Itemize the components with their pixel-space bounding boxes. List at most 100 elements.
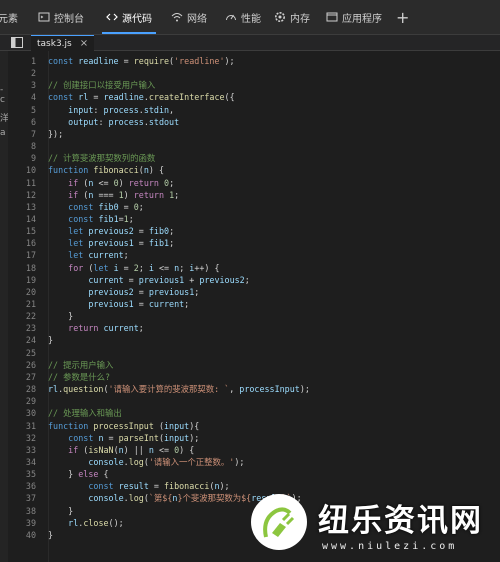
line-number[interactable]: 25: [8, 347, 36, 359]
code-line[interactable]: 31 function processInput (input){: [8, 420, 500, 432]
code-line[interactable]: 22 }: [8, 310, 500, 322]
sidebar-toggle-icon[interactable]: [11, 37, 23, 48]
line-number[interactable]: 36: [8, 480, 36, 492]
line-number[interactable]: 6: [8, 116, 36, 128]
line-number[interactable]: 8: [8, 140, 36, 152]
code-line[interactable]: 1 const readline = require('readline');: [8, 55, 500, 67]
line-number[interactable]: 40: [8, 529, 36, 541]
code-line[interactable]: 10 function fibonacci(n) {: [8, 164, 500, 176]
tab-memory[interactable]: 内存: [274, 0, 310, 34]
wifi-icon: [171, 11, 183, 23]
code-text: for (let i = 2; i <= n; i++) {: [68, 262, 220, 273]
tab-sources[interactable]: 源代码: [102, 0, 156, 34]
line-number[interactable]: 15: [8, 225, 36, 237]
code-text: input: process.stdin,: [68, 104, 175, 115]
code-line[interactable]: 12 if (n === 1) return 1;: [8, 189, 500, 201]
line-number[interactable]: 3: [8, 79, 36, 91]
plug-logo-icon: [251, 494, 307, 550]
code-line[interactable]: 27 // 参数是什么?: [8, 371, 500, 383]
line-number[interactable]: 31: [8, 420, 36, 432]
code-line[interactable]: 25: [8, 347, 500, 359]
code-line[interactable]: 19 current = previous1 + previous2;: [8, 274, 500, 286]
code-text: const fib0 = 0;: [68, 201, 144, 212]
code-line[interactable]: 35 } else {: [8, 468, 500, 480]
line-number[interactable]: 38: [8, 505, 36, 517]
code-line[interactable]: 28 rl.question('请输入要计算的斐波那契数: `, processI…: [8, 383, 500, 395]
code-text: previous2 = previous1;: [88, 286, 200, 297]
tab-performance[interactable]: 性能: [225, 0, 261, 34]
code-line[interactable]: 13 const fib0 = 0;: [8, 201, 500, 213]
line-number[interactable]: 34: [8, 456, 36, 468]
navigator-fragment: a: [0, 128, 6, 138]
line-number[interactable]: 7: [8, 128, 36, 140]
code-text: const result = fibonacci(n);: [88, 481, 230, 492]
line-number[interactable]: 39: [8, 517, 36, 529]
add-tab-button[interactable]: +: [396, 0, 409, 34]
line-number[interactable]: 16: [8, 237, 36, 249]
line-number[interactable]: 14: [8, 213, 36, 225]
code-text: output: process.stdout: [68, 116, 180, 127]
code-line[interactable]: 2: [8, 67, 500, 79]
code-line[interactable]: 11 if (n <= 0) return 0;: [8, 177, 500, 189]
line-number[interactable]: 27: [8, 371, 36, 383]
code-line[interactable]: 20 previous2 = previous1;: [8, 286, 500, 298]
line-number[interactable]: 21: [8, 298, 36, 310]
tab-network[interactable]: 网络: [171, 0, 207, 34]
code-line[interactable]: 3 // 创建接口以接受用户输入: [8, 79, 500, 91]
line-number[interactable]: 33: [8, 444, 36, 456]
code-line[interactable]: 33 if (isNaN(n) || n <= 0) {: [8, 444, 500, 456]
line-number[interactable]: 2: [8, 67, 36, 79]
line-number[interactable]: 26: [8, 359, 36, 371]
code-text: // 计算斐波那契数列的函数: [48, 153, 156, 164]
code-text: }: [48, 529, 54, 540]
line-number[interactable]: 11: [8, 177, 36, 189]
close-icon[interactable]: ×: [80, 38, 88, 49]
code-line[interactable]: 8: [8, 140, 500, 152]
tab-elements[interactable]: 元素: [0, 0, 18, 34]
file-tab-task3[interactable]: task3.js ×: [31, 35, 95, 51]
code-line[interactable]: 32 const n = parseInt(input);: [8, 432, 500, 444]
code-line[interactable]: 34 console.log('请输入一个正整数。');: [8, 456, 500, 468]
code-line[interactable]: 9 // 计算斐波那契数列的函数: [8, 152, 500, 164]
line-number[interactable]: 9: [8, 152, 36, 164]
line-number[interactable]: 20: [8, 286, 36, 298]
line-number[interactable]: 23: [8, 322, 36, 334]
line-number[interactable]: 10: [8, 164, 36, 176]
line-number[interactable]: 37: [8, 492, 36, 504]
code-line[interactable]: 21 previous1 = current;: [8, 298, 500, 310]
code-line[interactable]: 29: [8, 395, 500, 407]
tab-application[interactable]: 应用程序: [326, 0, 382, 34]
code-text: });: [48, 128, 64, 139]
line-number[interactable]: 30: [8, 407, 36, 419]
code-line[interactable]: 17 let current;: [8, 249, 500, 261]
code-text: // 处理输入和输出: [48, 408, 122, 419]
line-number[interactable]: 32: [8, 432, 36, 444]
code-line[interactable]: 4 const rl = readline.createInterface({: [8, 91, 500, 103]
code-line[interactable]: 5 input: process.stdin,: [8, 104, 500, 116]
line-number[interactable]: 24: [8, 334, 36, 346]
code-line[interactable]: 16 let previous1 = fib1;: [8, 237, 500, 249]
code-line[interactable]: 15 let previous2 = fib0;: [8, 225, 500, 237]
line-number[interactable]: 4: [8, 91, 36, 103]
line-number[interactable]: 17: [8, 249, 36, 261]
code-line[interactable]: 23 return current;: [8, 322, 500, 334]
code-line[interactable]: 14 const fib1=1;: [8, 213, 500, 225]
code-line[interactable]: 7});: [8, 128, 500, 140]
line-number[interactable]: 29: [8, 395, 36, 407]
line-number[interactable]: 12: [8, 189, 36, 201]
line-number[interactable]: 13: [8, 201, 36, 213]
line-number[interactable]: 28: [8, 383, 36, 395]
code-line[interactable]: 26 // 提示用户输入: [8, 359, 500, 371]
code-line[interactable]: 24}: [8, 334, 500, 346]
watermark-url: www.niulezi.com: [322, 541, 458, 552]
code-line[interactable]: 30 // 处理输入和输出: [8, 407, 500, 419]
line-number[interactable]: 35: [8, 468, 36, 480]
code-line[interactable]: 6 output: process.stdout: [8, 116, 500, 128]
line-number[interactable]: 18: [8, 262, 36, 274]
line-number[interactable]: 1: [8, 55, 36, 67]
line-number[interactable]: 19: [8, 274, 36, 286]
line-number[interactable]: 5: [8, 104, 36, 116]
line-number[interactable]: 22: [8, 310, 36, 322]
tab-console[interactable]: 控制台: [38, 0, 84, 34]
code-line[interactable]: 18 for (let i = 2; i <= n; i++) {: [8, 262, 500, 274]
